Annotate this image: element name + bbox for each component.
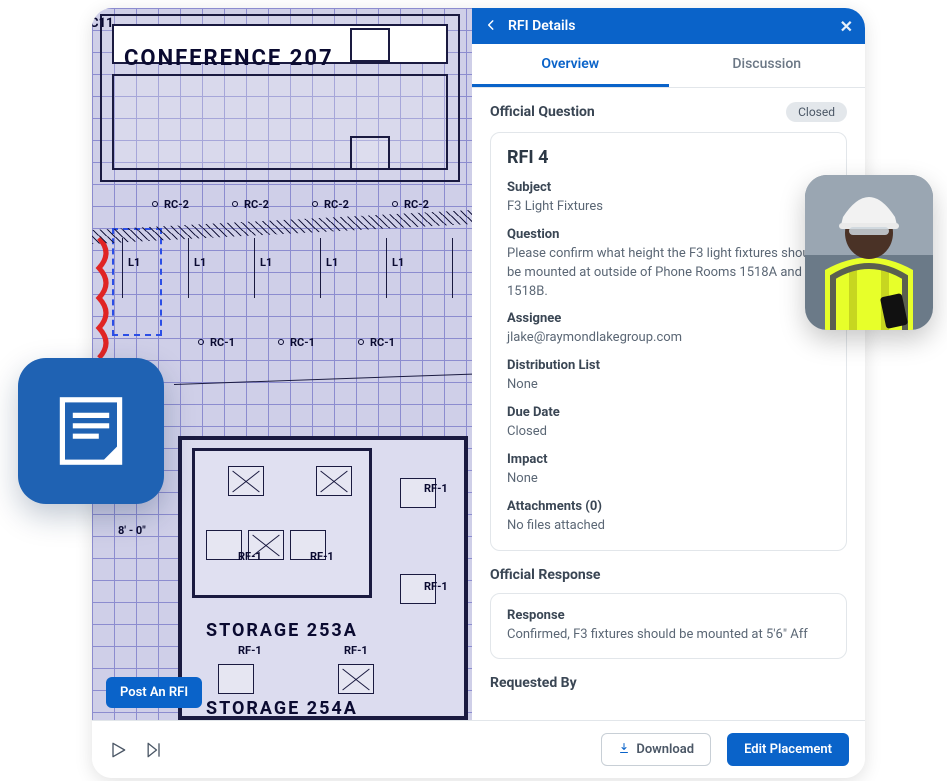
due-date-label: Due Date (507, 405, 830, 420)
section-official-question: Official Question (490, 104, 595, 120)
grid-col-c11: C11 (92, 16, 113, 31)
app-viewport: CONFERENCE 207 C11 RC-2 RC-2 RC-2 RC-2 L… (92, 8, 865, 778)
rfi-details-panel: RFI Details ✕ Overview Discussion Offici… (472, 8, 865, 728)
status-badge: Closed (786, 102, 847, 122)
play-icon[interactable] (108, 740, 128, 760)
section-official-response: Official Response (490, 567, 847, 583)
label-rf1: RF-1 (424, 482, 448, 495)
attachments-value: No files attached (507, 517, 830, 536)
avatar (805, 175, 933, 330)
requested-by-label: Requested By (490, 675, 847, 691)
due-date-value: Closed (507, 423, 830, 442)
attachments-label: Attachments (0) (507, 499, 830, 514)
document-icon (18, 358, 164, 504)
bottom-bar: Download Edit Placement (92, 720, 865, 778)
close-icon[interactable]: ✕ (840, 17, 853, 36)
assignee-label: Assignee (507, 311, 830, 326)
panel-title: RFI Details (508, 18, 840, 34)
panel-header: RFI Details ✕ (472, 8, 865, 44)
question-value: Please confirm what height the F3 light … (507, 245, 830, 302)
question-label: Question (507, 227, 830, 242)
post-rfi-button[interactable]: Post An RFI (106, 677, 202, 708)
question-card: RFI 4 Subject F3 Light Fixtures Question… (490, 132, 847, 551)
rfi-number: RFI 4 (507, 147, 830, 168)
label-rc1: RC-1 (210, 336, 235, 349)
tab-overview[interactable]: Overview (472, 44, 669, 87)
response-value: Confirmed, F3 fixtures should be mounted… (507, 626, 830, 645)
door-swing-icon (92, 238, 106, 358)
download-button[interactable]: Download (601, 733, 711, 766)
tab-discussion[interactable]: Discussion (669, 44, 866, 87)
room-label-storage-b: STORAGE 254A (206, 698, 358, 719)
impact-value: None (507, 470, 830, 489)
response-card: Response Confirmed, F3 fixtures should b… (490, 593, 847, 660)
distribution-label: Distribution List (507, 358, 830, 373)
back-button[interactable] (484, 17, 498, 36)
subject-label: Subject (507, 180, 830, 195)
subject-value: F3 Light Fixtures (507, 198, 830, 217)
edit-placement-button[interactable]: Edit Placement (727, 733, 849, 766)
impact-label: Impact (507, 452, 830, 467)
assignee-value: jlake@raymondlakegroup.com (507, 329, 830, 348)
room-label-storage-a: STORAGE 253A (206, 620, 358, 641)
label-rc2: RC-2 (164, 198, 189, 211)
panel-scroll[interactable]: Official Question Closed RFI 4 Subject F… (472, 88, 865, 728)
distribution-value: None (507, 376, 830, 395)
skip-icon[interactable] (144, 740, 164, 760)
panel-tabs: Overview Discussion (472, 44, 865, 88)
response-label: Response (507, 608, 830, 623)
selection-box (112, 228, 162, 336)
label-dim: 8' - 0" (118, 524, 146, 537)
label-l1: L1 (128, 256, 140, 269)
room-label-conference: CONFERENCE 207 (124, 46, 334, 71)
